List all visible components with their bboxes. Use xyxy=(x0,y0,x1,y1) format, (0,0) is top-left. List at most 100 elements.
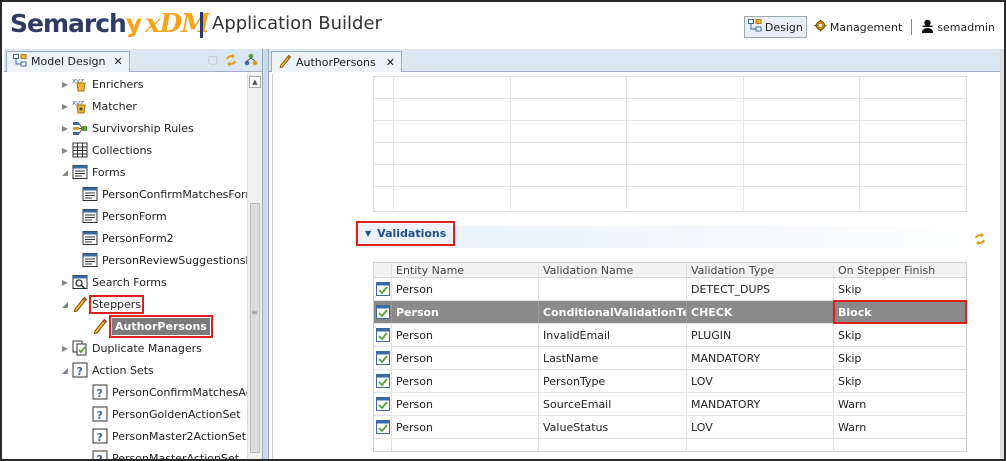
model-tree: ▶ xyz Enrichers ▶ xyz Matcher ▶ Survivor… xyxy=(4,73,247,459)
collapse-all-icon[interactable]: ▢ xyxy=(208,53,218,70)
tree-item-person-form[interactable]: PersonForm xyxy=(4,205,247,227)
scroll-up-icon[interactable]: ▲ xyxy=(249,76,261,88)
tree-item-search-forms[interactable]: ▶ Search Forms xyxy=(4,271,247,293)
validation-type-cell: MANDATORY xyxy=(687,347,834,369)
grid-row xyxy=(374,187,966,209)
grid-row xyxy=(374,165,966,187)
tree-item-duplicate-managers[interactable]: ▶ Duplicate Managers xyxy=(4,337,247,359)
tree-item-person-master2-action-set[interactable]: ? PersonMaster2ActionSet xyxy=(4,425,247,447)
table-row[interactable]: Person PersonType LOV Skip xyxy=(374,370,966,393)
username-label: semadmin xyxy=(937,20,995,34)
expand-arrow-icon[interactable]: ▶ xyxy=(60,80,70,89)
search-form-icon xyxy=(72,274,88,290)
tab-model-design[interactable]: Model Design ✕ xyxy=(6,50,130,72)
action-set-icon: ? xyxy=(92,384,108,400)
column-header[interactable]: Validation Name xyxy=(539,263,687,277)
window-right-edge xyxy=(1000,49,1004,459)
tree-item-person-review-suggestions-form[interactable]: PersonReviewSuggestionsFo xyxy=(4,249,247,271)
table-row[interactable]: Person LastName MANDATORY Skip xyxy=(374,347,966,370)
survivorship-icon xyxy=(72,120,88,136)
panel-splitter[interactable] xyxy=(262,49,269,459)
collapse-arrow-icon[interactable]: ◢ xyxy=(60,366,70,375)
on-finish-cell[interactable]: Skip xyxy=(834,278,966,300)
table-row[interactable]: Person InvalidEmail PLUGIN Skip xyxy=(374,324,966,347)
on-finish-cell[interactable]: Skip xyxy=(834,370,966,392)
table-row[interactable]: Person DETECT_DUPS Skip xyxy=(374,278,966,301)
validation-type-cell: LOV xyxy=(687,370,834,392)
tree-item-person-confirm-matches-form[interactable]: PersonConfirmMatchesForm xyxy=(4,183,247,205)
duplicate-manager-icon xyxy=(72,340,88,356)
tree-item-person-golden-action-set[interactable]: ? PersonGoldenActionSet xyxy=(4,403,247,425)
action-set-icon: ? xyxy=(72,362,88,378)
validations-table: Entity Name Validation Name Validation T… xyxy=(373,262,967,452)
validation-icon xyxy=(374,324,392,346)
entity-cell: Person xyxy=(392,416,539,438)
tree-item-survivorship-rules[interactable]: ▶ Survivorship Rules xyxy=(4,117,247,139)
close-tab-icon[interactable]: ✕ xyxy=(114,55,123,68)
table-row[interactable]: Person ValueStatus LOV Warn xyxy=(374,416,966,439)
tab-author-persons[interactable]: AuthorPersons ✕ xyxy=(271,51,402,72)
table-row[interactable]: Person SourceEmail MANDATORY Warn xyxy=(374,393,966,416)
tree-item-author-persons[interactable]: AuthorPersons xyxy=(4,314,247,338)
validation-icon xyxy=(374,416,392,438)
table-row-selected[interactable]: Person ConditionalValidationTest CHECK B… xyxy=(374,300,967,324)
management-button[interactable]: Management xyxy=(811,17,905,37)
validation-name-cell: LastName xyxy=(539,347,687,369)
validation-name-cell: InvalidEmail xyxy=(539,324,687,346)
management-label: Management xyxy=(829,20,903,34)
form-icon xyxy=(82,252,98,268)
on-finish-cell[interactable]: Skip xyxy=(834,347,966,369)
svg-text:?: ? xyxy=(97,431,103,444)
action-set-icon: ? xyxy=(92,428,108,444)
header-divider xyxy=(200,12,203,38)
expand-arrow-icon[interactable]: ▶ xyxy=(60,102,70,111)
tree-item-forms[interactable]: ◢ Forms xyxy=(4,161,247,183)
model-tree-icon[interactable] xyxy=(244,53,258,70)
tree-toolbar: ▢ xyxy=(208,53,258,70)
scrollbar-thumb[interactable] xyxy=(250,203,260,453)
on-finish-cell[interactable]: Warn xyxy=(834,393,966,415)
svg-text:?: ? xyxy=(77,365,83,378)
design-label: Design xyxy=(764,20,803,34)
tree-item-enrichers[interactable]: ▶ xyz Enrichers xyxy=(4,73,247,95)
tree-scrollbar[interactable]: ▲ ≡ xyxy=(247,73,262,459)
column-header[interactable]: Validation Type xyxy=(687,263,834,277)
design-button[interactable]: Design xyxy=(743,16,807,38)
refresh-icon[interactable] xyxy=(973,232,987,249)
design-icon xyxy=(747,19,762,35)
form-icon xyxy=(72,164,88,180)
on-finish-cell[interactable]: Block xyxy=(833,300,967,324)
on-finish-cell[interactable]: Warn xyxy=(834,416,966,438)
expand-arrow-icon[interactable]: ▶ xyxy=(60,124,70,133)
validation-name-cell: ConditionalValidationTest xyxy=(539,301,687,323)
entity-cell: Person xyxy=(392,393,539,415)
sync-icon[interactable] xyxy=(224,53,238,70)
user-menu[interactable]: semadmin xyxy=(918,17,998,38)
expand-arrow-icon[interactable]: ▶ xyxy=(60,146,70,155)
validation-type-cell: CHECK xyxy=(687,301,834,323)
expand-arrow-icon[interactable]: ▶ xyxy=(60,278,70,287)
svg-text:?: ? xyxy=(97,409,103,422)
column-header[interactable]: Entity Name xyxy=(392,263,539,277)
tree-item-matcher[interactable]: ▶ xyz Matcher xyxy=(4,95,247,117)
app-header: Semarchy xDM Application Builder Design M… xyxy=(2,2,1004,47)
validation-type-cell: DETECT_DUPS xyxy=(687,278,834,300)
tree-item-action-sets[interactable]: ◢ ? Action Sets xyxy=(4,359,247,381)
tree-item-person-form2[interactable]: PersonForm2 xyxy=(4,227,247,249)
expand-arrow-icon[interactable]: ▶ xyxy=(60,344,70,353)
collapse-arrow-icon[interactable]: ◢ xyxy=(60,168,70,177)
table-header: Entity Name Validation Name Validation T… xyxy=(374,263,966,278)
entity-cell: Person xyxy=(392,324,539,346)
on-finish-cell[interactable]: Skip xyxy=(834,324,966,346)
tree-item-person-master-action-set[interactable]: ? PersonMasterActionSet xyxy=(4,447,247,459)
collapse-arrow-icon[interactable]: ◢ xyxy=(60,300,70,309)
form-icon xyxy=(82,208,98,224)
close-tab-icon[interactable]: ✕ xyxy=(386,56,395,69)
tree-item-person-confirm-matches-action[interactable]: ? PersonConfirmMatchesAction xyxy=(4,381,247,403)
tree-item-steppers[interactable]: ◢ Steppers xyxy=(4,293,247,315)
validations-section-toggle[interactable]: ▼ Validations xyxy=(355,221,456,246)
column-header[interactable]: On Stepper Finish xyxy=(834,263,966,277)
table-row-empty xyxy=(374,439,966,451)
tree-item-collections[interactable]: ▶ Collections xyxy=(4,139,247,161)
tab-model-design-label: Model Design xyxy=(31,55,106,68)
